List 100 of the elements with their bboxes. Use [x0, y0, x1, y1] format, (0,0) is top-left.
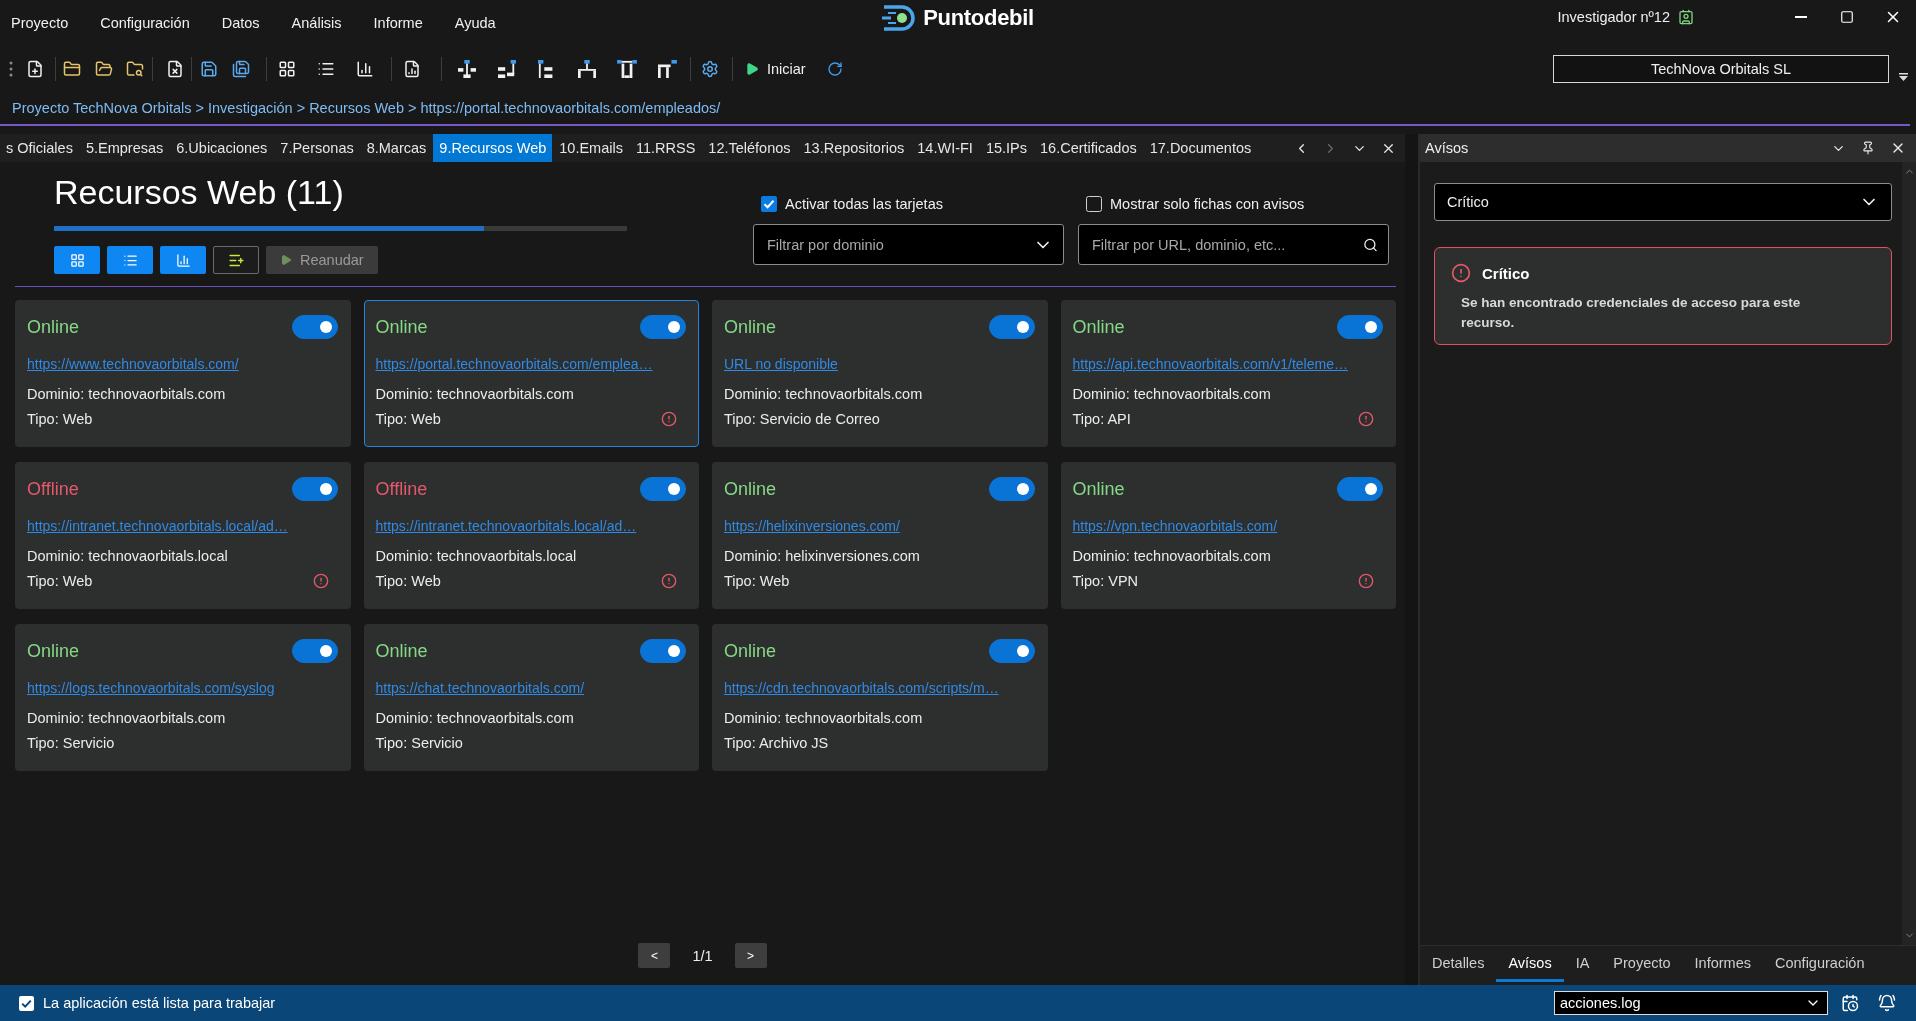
toggle-switch[interactable]	[1337, 477, 1383, 501]
checkbox-label: Mostrar solo fichas con avisos	[1110, 196, 1305, 212]
tab[interactable]: 15.IPs	[979, 134, 1033, 162]
menu-item[interactable]: Análisis	[283, 0, 350, 45]
tab[interactable]: 8.Marcas	[360, 134, 433, 162]
pin-icon	[1861, 141, 1875, 155]
previous-page-button[interactable]: <	[638, 943, 671, 968]
tab[interactable]: 9.Recursos Web	[433, 134, 553, 162]
resource-card[interactable]: Offline https://intranet.technovaorbitals.local/ad… Dominio: technovaorbitals.local Tipo: Web	[363, 462, 699, 609]
tab[interactable]: s Oficiales	[0, 134, 79, 162]
panel-tab[interactable]: Informes	[1682, 946, 1763, 982]
page-indicator: 1/1	[692, 947, 713, 964]
toggle-switch[interactable]	[1337, 315, 1383, 339]
menu-item[interactable]: Configuración	[92, 0, 198, 45]
tab[interactable]: 13.Repositorios	[797, 134, 911, 162]
status-text: Online	[1072, 478, 1125, 500]
toggle-switch[interactable]	[988, 477, 1035, 501]
toggle-switch[interactable]	[640, 639, 686, 663]
url-link[interactable]: https://vpn.technovaorbitals.com/	[1072, 515, 1278, 537]
toggle-switch[interactable]	[291, 477, 338, 501]
url-link[interactable]: https://cdn.technovaorbitals.com/scripts/m…	[724, 677, 999, 699]
grip-icon	[9, 60, 13, 77]
checkbox[interactable]	[1086, 196, 1102, 212]
folder-open-icon	[94, 59, 113, 78]
resource-card[interactable]: Online https://www.technovaorbitals.com/ Dominio: technovaorbitals.com Tipo: Web	[15, 300, 351, 447]
status-text: Offline	[27, 478, 79, 500]
tab[interactable]: 7.Personas	[274, 134, 360, 162]
resource-card[interactable]: Offline https://intranet.technovaorbitals.local/ad… Dominio: technovaorbitals.local Tipo: Web	[15, 462, 351, 609]
panel-tab[interactable]: Proyecto	[1601, 946, 1683, 982]
alert-icon	[1451, 263, 1471, 283]
domain-filter-dropdown[interactable]: Filtrar por dominio	[753, 224, 1064, 265]
add-list-button[interactable]	[213, 246, 259, 274]
url-link[interactable]: https://portal.technovaorbitals.com/emplea…	[375, 353, 653, 375]
tab[interactable]: 5.Empresas	[79, 134, 170, 162]
resource-card[interactable]: Online https://portal.technovaorbitals.com/emplea… Dominio: technovaorbitals.com Tipo: Web	[363, 300, 699, 447]
panel-tab[interactable]: Configuración	[1763, 946, 1877, 982]
url-link[interactable]: https://intranet.technovaorbitals.local/ad…	[27, 515, 288, 537]
panel-tab[interactable]: Detalles	[1420, 946, 1497, 982]
menu-item[interactable]: Informe	[365, 0, 431, 45]
url-link[interactable]: https://api.technovaorbitals.com/v1/teleme…	[1072, 353, 1348, 375]
organization-field[interactable]: TechNova Orbitals SL	[1553, 54, 1889, 83]
settings-icon	[701, 59, 719, 78]
resource-card[interactable]: Online https://helixinversiones.com/ Dominio: helixinversiones.com Tipo: Web	[712, 462, 1048, 609]
url-link[interactable]: URL no disponible	[724, 353, 838, 375]
url-link[interactable]: https://logs.technovaorbitals.com/syslog	[27, 677, 275, 699]
type-text: Tipo: API	[1072, 410, 1131, 429]
menu-item[interactable]: Proyecto	[3, 0, 77, 45]
tab[interactable]: 14.WI-FI	[911, 134, 979, 162]
url-link[interactable]: https://helixinversiones.com/	[724, 515, 900, 537]
next-page-button[interactable]: >	[734, 943, 767, 968]
status-text: Online	[724, 478, 777, 500]
menu-item[interactable]: Datos	[213, 0, 268, 45]
toggle-switch[interactable]	[988, 315, 1035, 339]
hierarchy-icon	[657, 59, 677, 78]
log-file-dropdown[interactable]: acciones.log	[1554, 991, 1828, 1015]
panel-tab[interactable]: Avísos	[1496, 946, 1564, 982]
toggle-switch[interactable]	[640, 477, 686, 501]
alert-title: Crítico	[1482, 264, 1530, 282]
type-text: Tipo: Web	[375, 572, 441, 591]
type-text: Tipo: Servicio de Correo	[724, 410, 880, 429]
list-icon	[122, 252, 138, 268]
file-x-icon	[166, 59, 184, 78]
resource-card[interactable]: Online https://chat.technovaorbitals.com/ Dominio: technovaorbitals.com Tipo: Servicio	[363, 624, 699, 771]
breadcrumb[interactable]: Proyecto TechNova Orbitals > Investigación > Recursos Web > https://portal.technovaorbitals.com/empleados/	[12, 100, 721, 116]
domain-text: Dominio: technovaorbitals.com	[724, 385, 923, 404]
domain-text: Dominio: technovaorbitals.local	[375, 547, 577, 566]
menu-item[interactable]: Ayuda	[446, 0, 504, 45]
checkbox[interactable]	[761, 196, 777, 212]
tab[interactable]: 6.Ubicaciones	[170, 134, 274, 162]
refresh-icon	[826, 60, 843, 77]
url-link[interactable]: https://chat.technovaorbitals.com/	[375, 677, 585, 699]
tab[interactable]: 12.Teléfonos	[702, 134, 797, 162]
resource-card[interactable]: Online https://logs.technovaorbitals.com/syslog Dominio: technovaorbitals.com Tipo: Servicio	[15, 624, 351, 771]
page-title: Recursos Web (11)	[54, 172, 345, 212]
toggle-switch[interactable]	[988, 639, 1035, 663]
severity-dropdown[interactable]: Crítico	[1434, 183, 1892, 221]
scrollbar[interactable]	[1902, 162, 1916, 945]
url-link[interactable]: https://intranet.technovaorbitals.local/ad…	[375, 515, 637, 537]
start-button[interactable]: Iniciar	[737, 53, 812, 84]
panel-tab[interactable]: IA	[1563, 946, 1602, 982]
tab[interactable]: 16.Certificados	[1034, 134, 1143, 162]
tab[interactable]: 10.Emails	[553, 134, 629, 162]
resource-card[interactable]: Online https://api.technovaorbitals.com/v1/teleme… Dominio: technovaorbitals.com Tipo: API	[1060, 300, 1396, 447]
toggle-switch[interactable]	[640, 315, 686, 339]
resource-card[interactable]: Online https://cdn.technovaorbitals.com/scripts/m… Dominio: technovaorbitals.com Tipo: Archivo JS	[712, 624, 1048, 771]
grid-icon	[278, 59, 296, 78]
tab[interactable]: 17.Documentos	[1143, 134, 1258, 162]
bar-chart-icon	[356, 59, 374, 78]
check-icon	[19, 995, 34, 1011]
logo-text: Puntodebil	[923, 4, 1034, 31]
toggle-switch[interactable]	[291, 315, 338, 339]
tab[interactable]: 11.RRSS	[629, 134, 702, 162]
resource-card[interactable]: Online URL no disponible Dominio: technovaorbitals.com Tipo: Servicio de Correo	[712, 300, 1048, 447]
url-link[interactable]: https://www.technovaorbitals.com/	[27, 353, 239, 375]
resource-card[interactable]: Online https://vpn.technovaorbitals.com/ Dominio: technovaorbitals.com Tipo: VPN	[1060, 462, 1396, 609]
hierarchy-icon	[577, 59, 597, 78]
search-field[interactable]: Filtrar por URL, dominio, etc...	[1078, 224, 1389, 265]
hierarchy-icon	[617, 59, 637, 78]
status-text: Online	[375, 316, 428, 338]
toggle-switch[interactable]	[291, 639, 338, 663]
